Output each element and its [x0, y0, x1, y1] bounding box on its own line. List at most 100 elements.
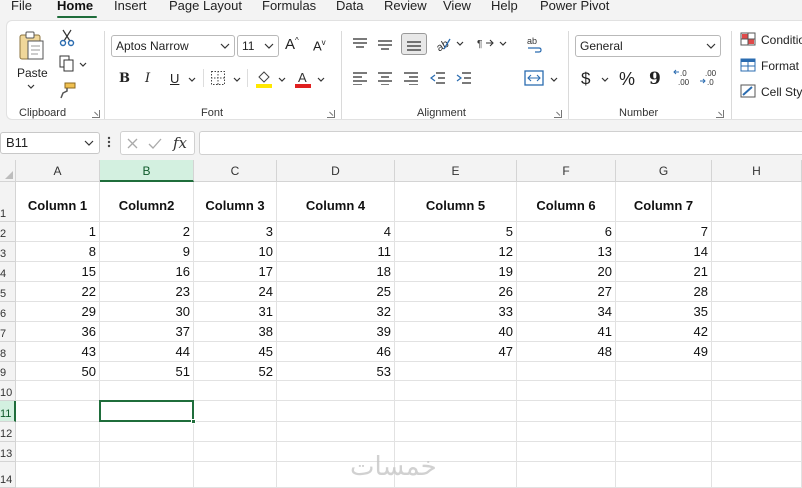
cell-h6[interactable]: [712, 302, 802, 322]
cancel-icon[interactable]: [126, 137, 139, 150]
column-header-h[interactable]: H: [712, 160, 802, 182]
cell-c7[interactable]: 38: [194, 322, 277, 342]
cell-a6[interactable]: 29: [16, 302, 100, 322]
align-bottom-button[interactable]: [401, 33, 427, 55]
cell-b10[interactable]: [100, 381, 194, 401]
cell-b5[interactable]: 23: [100, 282, 194, 302]
cell-b8[interactable]: 44: [100, 342, 194, 362]
insert-function-button[interactable]: fx: [173, 134, 187, 152]
clipboard-launcher-icon[interactable]: [92, 110, 100, 118]
row-header-13[interactable]: 13: [0, 442, 16, 462]
orientation-icon[interactable]: ab: [434, 35, 452, 51]
cell-e7[interactable]: 40: [395, 322, 517, 342]
number-format-select[interactable]: General: [575, 35, 721, 57]
cell-e5[interactable]: 26: [395, 282, 517, 302]
column-header-d[interactable]: D: [277, 160, 395, 182]
cell-g7[interactable]: 42: [616, 322, 712, 342]
conditional-formatting-icon[interactable]: [740, 32, 756, 46]
cell-d5[interactable]: 25: [277, 282, 395, 302]
cell-h14[interactable]: [712, 462, 802, 488]
column-header-b[interactable]: B: [100, 160, 194, 182]
row-header-7[interactable]: 7: [0, 322, 16, 342]
cell-c10[interactable]: [194, 381, 277, 401]
tab-help[interactable]: Help: [491, 0, 518, 13]
enter-icon[interactable]: [148, 137, 162, 150]
merge-center-chevron-icon[interactable]: [550, 77, 558, 83]
decrease-font-size-icon[interactable]: Av: [313, 38, 326, 53]
number-launcher-icon[interactable]: [716, 110, 724, 118]
cell-f5[interactable]: 27: [517, 282, 616, 302]
fill-color-chevron-icon[interactable]: [278, 77, 286, 83]
cell-c11[interactable]: [194, 401, 277, 422]
orientation-chevron-icon[interactable]: [456, 41, 464, 47]
row-header-10[interactable]: 10: [0, 381, 16, 401]
cell-d11[interactable]: [277, 401, 395, 422]
cell-f11[interactable]: [517, 401, 616, 422]
cell-b14[interactable]: [100, 462, 194, 488]
row-header-11[interactable]: 11: [0, 401, 16, 422]
cell-f1[interactable]: Column 6: [517, 182, 616, 222]
cell-h10[interactable]: [712, 381, 802, 401]
cell-g5[interactable]: 28: [616, 282, 712, 302]
cell-f8[interactable]: 48: [517, 342, 616, 362]
cell-h13[interactable]: [712, 442, 802, 462]
cell-b13[interactable]: [100, 442, 194, 462]
cell-c9[interactable]: 52: [194, 362, 277, 381]
wrap-text-icon[interactable]: ab: [525, 35, 543, 53]
cell-f2[interactable]: 6: [517, 222, 616, 242]
copy-chevron-icon[interactable]: [79, 62, 87, 68]
cell-c5[interactable]: 24: [194, 282, 277, 302]
cut-icon[interactable]: [59, 29, 75, 47]
row-header-9[interactable]: 9: [0, 362, 16, 381]
cell-c12[interactable]: [194, 422, 277, 442]
cell-d7[interactable]: 39: [277, 322, 395, 342]
cell-h8[interactable]: [712, 342, 802, 362]
cell-f10[interactable]: [517, 381, 616, 401]
decrease-indent-icon[interactable]: [430, 71, 446, 85]
column-header-e[interactable]: E: [395, 160, 517, 182]
cell-g4[interactable]: 21: [616, 262, 712, 282]
cell-g13[interactable]: [616, 442, 712, 462]
alignment-launcher-icon[interactable]: [554, 110, 562, 118]
cell-a11[interactable]: [16, 401, 100, 422]
tab-power-pivot[interactable]: Power Pivot: [540, 0, 609, 13]
tab-file[interactable]: File: [11, 0, 32, 13]
tab-formulas[interactable]: Formulas: [262, 0, 316, 13]
increase-decimal-icon[interactable]: .0.00: [673, 68, 693, 86]
cell-c6[interactable]: 31: [194, 302, 277, 322]
cell-a12[interactable]: [16, 422, 100, 442]
cell-b2[interactable]: 2: [100, 222, 194, 242]
copy-icon[interactable]: [59, 55, 75, 73]
cell-d1[interactable]: Column 4: [277, 182, 395, 222]
cell-a8[interactable]: 43: [16, 342, 100, 362]
active-cell-cursor[interactable]: [99, 400, 196, 424]
text-direction-icon[interactable]: ¶: [477, 36, 495, 50]
cell-c4[interactable]: 17: [194, 262, 277, 282]
row-header-2[interactable]: 2: [0, 222, 16, 242]
cell-g11[interactable]: [616, 401, 712, 422]
cell-e10[interactable]: [395, 381, 517, 401]
align-center-icon[interactable]: [377, 71, 393, 85]
cell-a7[interactable]: 36: [16, 322, 100, 342]
cell-h3[interactable]: [712, 242, 802, 262]
cell-f4[interactable]: 20: [517, 262, 616, 282]
cell-b12[interactable]: [100, 422, 194, 442]
cell-g6[interactable]: 35: [616, 302, 712, 322]
cell-d10[interactable]: [277, 381, 395, 401]
cell-b9[interactable]: 51: [100, 362, 194, 381]
column-header-c[interactable]: C: [194, 160, 277, 182]
cell-e8[interactable]: 47: [395, 342, 517, 362]
column-header-f[interactable]: F: [517, 160, 616, 182]
cell-h4[interactable]: [712, 262, 802, 282]
fill-color-icon[interactable]: [255, 69, 273, 88]
cell-e1[interactable]: Column 5: [395, 182, 517, 222]
decrease-decimal-icon[interactable]: .00.0: [699, 68, 719, 86]
cell-f12[interactable]: [517, 422, 616, 442]
format-painter-icon[interactable]: [59, 81, 77, 99]
text-direction-chevron-icon[interactable]: [499, 41, 507, 47]
cell-g1[interactable]: Column 7: [616, 182, 712, 222]
cell-h2[interactable]: [712, 222, 802, 242]
merge-center-icon[interactable]: [524, 69, 544, 87]
tab-home[interactable]: Home: [57, 0, 93, 13]
cell-c13[interactable]: [194, 442, 277, 462]
